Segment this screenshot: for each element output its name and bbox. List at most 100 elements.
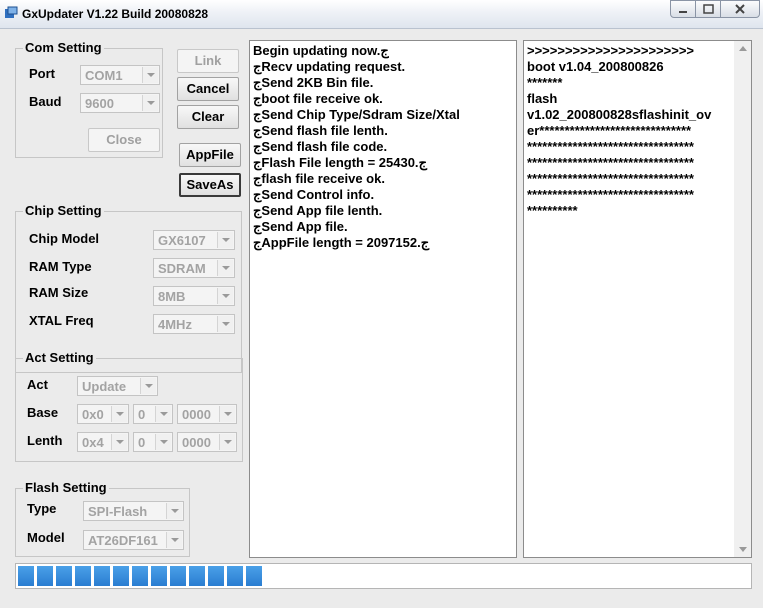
saveas-button[interactable]: SaveAs: [179, 173, 241, 197]
flash-model-value: AT26DF161: [88, 533, 158, 548]
com-setting-group: Com Setting Port COM1 Baud 9600 Close: [15, 40, 163, 158]
scroll-up-icon[interactable]: [739, 46, 747, 51]
cancel-button[interactable]: Cancel: [177, 77, 239, 101]
device-log-textarea[interactable]: >>>>>>>>>>>>>>>>>>>>>> boot v1.04_2008008…: [523, 40, 752, 558]
title-bar[interactable]: GxUpdater V1.22 Build 20080828: [0, 0, 763, 29]
update-log-line: جFlash File length = 25430.ج: [253, 155, 427, 170]
update-log-line: جSend flash file lenth.: [253, 123, 388, 138]
update-log-line: جSend Chip Type/Sdram Size/Xtal: [253, 107, 460, 122]
maximize-button[interactable]: [695, 0, 721, 18]
progress-segment: [37, 566, 53, 586]
xtal-freq-select[interactable]: 4MHz: [153, 314, 235, 334]
appfile-button[interactable]: AppFile: [179, 143, 241, 167]
chevron-down-icon: [155, 434, 171, 450]
progress-segment: [151, 566, 167, 586]
chevron-down-icon: [166, 503, 182, 519]
ram-type-value: SDRAM: [158, 261, 206, 276]
base-prefix-select[interactable]: 0x0: [77, 404, 129, 424]
ram-size-value: 8MB: [158, 289, 186, 304]
chevron-down-icon: [166, 532, 182, 548]
ram-type-select[interactable]: SDRAM: [153, 258, 235, 278]
port-value: COM1: [85, 68, 123, 83]
device-log-line: *********************************: [527, 155, 694, 170]
progress-segment: [170, 566, 186, 586]
chip-setting-legend: Chip Setting: [23, 203, 104, 218]
act-label: Act: [27, 377, 48, 392]
base-mid-select[interactable]: 0: [133, 404, 173, 424]
progress-segment: [94, 566, 110, 586]
lenth-mid-value: 0: [138, 435, 146, 450]
xtal-freq-value: 4MHz: [158, 317, 192, 332]
vertical-scrollbar[interactable]: [734, 41, 751, 557]
update-log-line: جSend flash file code.: [253, 139, 388, 154]
close-port-button[interactable]: Close: [88, 128, 160, 152]
update-log-line: Begin updating now.ج: [253, 43, 389, 58]
device-log-line: flash: [527, 91, 558, 106]
chevron-down-icon: [219, 406, 235, 422]
chevron-down-icon: [142, 95, 158, 111]
device-log-line: >>>>>>>>>>>>>>>>>>>>>>: [527, 43, 695, 58]
model-label: Model: [27, 530, 65, 545]
progress-segment: [246, 566, 262, 586]
chip-setting-group: Chip Setting Chip Model GX6107 RAM Type …: [15, 203, 242, 373]
com-setting-legend: Com Setting: [23, 40, 104, 55]
act-setting-group: Act Setting Act Update Base 0x0 0 0000 L…: [15, 350, 243, 462]
act-setting-legend: Act Setting: [23, 350, 96, 365]
ram-size-select[interactable]: 8MB: [153, 286, 235, 306]
ram-size-label: RAM Size: [29, 285, 89, 300]
progress-segment: [132, 566, 148, 586]
base-label: Base: [27, 405, 59, 420]
device-log-line: er******************************: [527, 123, 692, 138]
device-log-line: *********************************: [527, 171, 694, 186]
xtal-freq-label: XTAL Freq: [29, 313, 94, 328]
progress-segment: [75, 566, 91, 586]
progress-segment: [18, 566, 34, 586]
flash-setting-group: Flash Setting Type SPI-Flash Model AT26D…: [15, 480, 190, 557]
maximize-icon: [703, 4, 714, 14]
clear-button[interactable]: Clear: [177, 105, 239, 129]
close-window-button[interactable]: [720, 0, 760, 18]
chip-model-select[interactable]: GX6107: [153, 230, 235, 250]
window-title: GxUpdater V1.22 Build 20080828: [22, 7, 209, 21]
baud-select[interactable]: 9600: [80, 93, 160, 113]
baud-label: Baud: [29, 94, 62, 109]
lenth-low-value: 0000: [182, 435, 211, 450]
update-log-line: جRecv updating request.: [253, 59, 406, 74]
update-log-line: جAppFile length = 2097152.ج: [253, 235, 430, 250]
chevron-down-icon: [111, 434, 127, 450]
update-log-line: جSend App file lenth.: [253, 203, 383, 218]
app-icon: [5, 6, 18, 18]
scroll-down-icon[interactable]: [739, 547, 747, 552]
progress-segment: [208, 566, 224, 586]
act-value: Update: [82, 379, 127, 394]
ram-type-label: RAM Type: [29, 259, 92, 274]
device-log-line: *********************************: [527, 139, 694, 154]
lenth-prefix-value: 0x4: [82, 435, 104, 450]
chevron-down-icon: [217, 232, 233, 248]
minimize-icon: [679, 11, 687, 13]
chevron-down-icon: [142, 67, 158, 83]
act-select[interactable]: Update: [77, 376, 158, 396]
base-mid-value: 0: [138, 407, 146, 422]
port-select[interactable]: COM1: [80, 65, 160, 85]
device-log-line: *******: [527, 75, 563, 90]
flash-type-select[interactable]: SPI-Flash: [83, 501, 184, 521]
baud-value: 9600: [85, 96, 114, 111]
progress-segment: [227, 566, 243, 586]
minimize-button[interactable]: [670, 0, 696, 18]
flash-model-select[interactable]: AT26DF161: [83, 530, 184, 550]
update-log-line: جSend Control info.: [253, 187, 375, 202]
device-log-line: v1.02_200800828sflashinit_ov: [527, 107, 712, 122]
close-icon: [735, 4, 745, 14]
lenth-low-select[interactable]: 0000: [177, 432, 237, 452]
lenth-prefix-select[interactable]: 0x4: [77, 432, 129, 452]
update-log-line: جSend App file.: [253, 219, 348, 234]
base-low-value: 0000: [182, 407, 211, 422]
lenth-mid-select[interactable]: 0: [133, 432, 173, 452]
chevron-down-icon: [140, 378, 156, 394]
base-low-select[interactable]: 0000: [177, 404, 237, 424]
progress-fill: [18, 566, 281, 586]
progress-segment: [189, 566, 205, 586]
update-log-textarea[interactable]: Begin updating now.ج جRecv updating reque…: [249, 40, 517, 558]
link-button[interactable]: Link: [177, 49, 239, 73]
